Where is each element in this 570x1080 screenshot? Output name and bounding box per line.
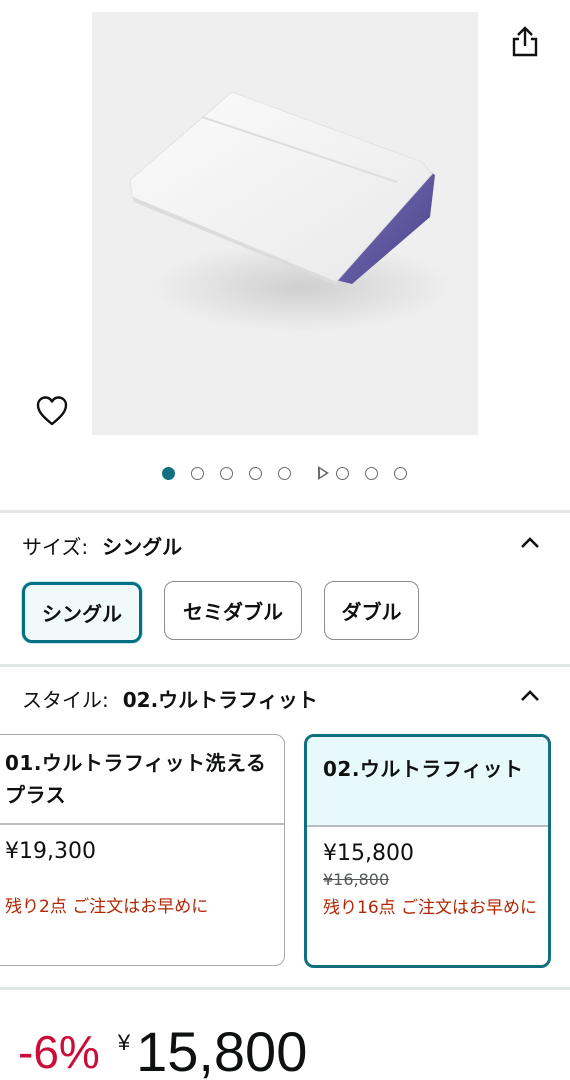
style-option-price: ¥15,800 (323, 840, 414, 866)
heart-icon[interactable] (34, 394, 70, 428)
section-divider (0, 987, 570, 990)
pagination-dot-active[interactable] (162, 467, 175, 480)
pagination-dot[interactable] (336, 467, 349, 480)
pagination-dot[interactable] (191, 467, 204, 480)
style-option-stock: 残り2点 ご注文はお早めに (5, 896, 209, 917)
size-option-single[interactable]: シングル (22, 582, 142, 643)
style-option-price: ¥19,300 (5, 838, 96, 864)
style-option-card[interactable]: 01.ウルトラフィット洗えるプラス ¥19,300 残り2点 ご注文はお早めに (0, 734, 285, 966)
pagination-dot[interactable] (220, 467, 233, 480)
share-icon[interactable] (508, 24, 542, 60)
pagination-dot[interactable] (394, 467, 407, 480)
size-section-header[interactable]: サイズ: シングル (22, 530, 552, 560)
size-option-double[interactable]: ダブル (324, 581, 419, 640)
chevron-up-icon[interactable] (520, 689, 540, 703)
price-row: -6% ¥ 15,800 (18, 1022, 307, 1080)
pagination-dot[interactable] (365, 467, 378, 480)
size-option-semi-double[interactable]: セミダブル (164, 581, 302, 640)
style-option-title: 01.ウルトラフィット洗えるプラス (5, 751, 267, 807)
size-label: サイズ: (22, 534, 89, 559)
currency-symbol: ¥ (117, 1030, 131, 1055)
image-pagination-dots (0, 463, 570, 483)
style-selected-value: 02.ウルトラフィット (122, 687, 318, 712)
pagination-dot[interactable] (249, 467, 262, 480)
chevron-up-icon[interactable] (520, 536, 540, 550)
discount-percent: -6% (18, 1026, 100, 1078)
section-divider (0, 510, 570, 513)
video-play-icon[interactable] (318, 466, 329, 480)
price-amount: 15,800 (136, 1020, 308, 1080)
style-section-header[interactable]: スタイル: 02.ウルトラフィット (22, 683, 552, 713)
style-option-title: 02.ウルトラフィット (307, 737, 548, 825)
style-option-card-selected[interactable]: 02.ウルトラフィット ¥15,800 ¥16,800 残り16点 ご注文はお早… (304, 734, 551, 968)
style-label: スタイル: (22, 687, 109, 712)
image-gallery (0, 0, 570, 510)
product-image[interactable] (92, 12, 478, 435)
style-option-stock: 残り16点 ご注文はお早めに (323, 897, 538, 918)
size-selected-value: シングル (102, 534, 183, 559)
style-option-list-price: ¥16,800 (323, 869, 390, 889)
pagination-dot[interactable] (278, 467, 291, 480)
wedge-pillow-illustration (129, 91, 452, 332)
section-divider (0, 664, 570, 667)
